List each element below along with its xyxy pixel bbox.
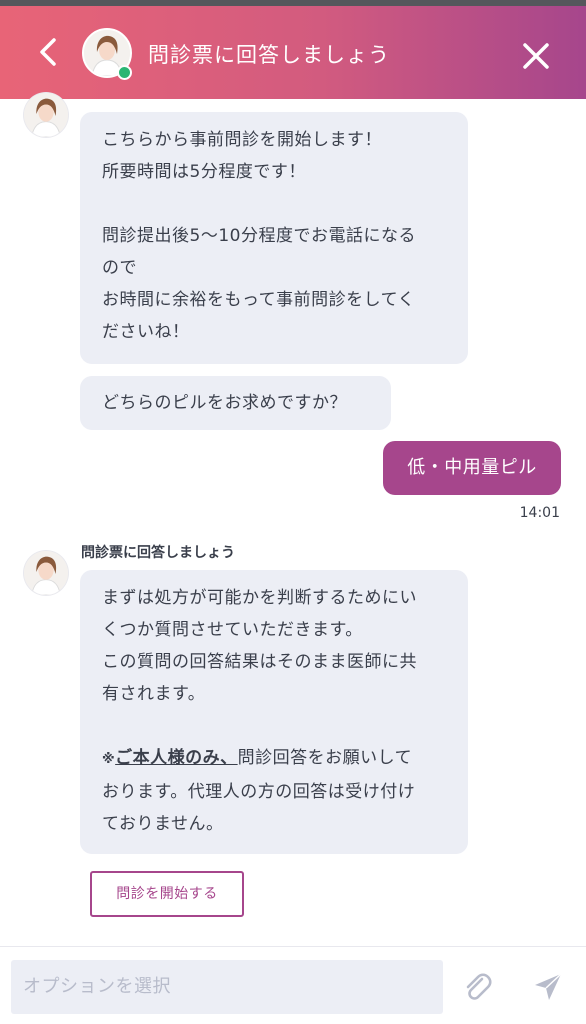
message-bubble-question: どちらのピルをお求めですか？ [80, 376, 391, 430]
message-text: お時間に余裕をもって事前問診をしてく [102, 290, 416, 310]
message-text: まずは処方が可能かを判断するためにい [102, 588, 417, 608]
message-text: 有されます。 [102, 684, 206, 704]
message-spacer [102, 710, 446, 742]
message-text: どちらのピルをお求めですか？ [102, 393, 347, 413]
send-icon [535, 973, 562, 1000]
start-interview-button[interactable]: 問診を開始する [90, 871, 244, 917]
message-text: この質問の回答結果はそのまま医師に共 [102, 652, 417, 672]
message-timestamp: 14:01 [519, 505, 560, 521]
message-spacer [102, 188, 446, 220]
doctor-avatar [24, 93, 68, 137]
message-text: 所要時間は5分程度です！ [102, 162, 306, 182]
notice-line: ※ご本人様のみ、問診回答をお願いして [102, 742, 446, 776]
message-text: くつか質問させていただきます。 [102, 620, 363, 640]
notice-text: 問診回答をお願いして [237, 748, 413, 768]
message-text: ので [102, 258, 137, 278]
notice-emphasis: ご本人様のみ、 [115, 748, 238, 768]
notice-text: おります。代理人の方の回答は受け付け [102, 782, 416, 802]
composer-divider [0, 946, 586, 947]
message-text: 問診提出後5〜10分程度でお電話になる [102, 226, 416, 246]
sent-message-bubble: 低・中用量ピル [383, 441, 561, 495]
attach-button[interactable] [461, 971, 493, 1003]
notice-text: ておりません。 [102, 814, 224, 834]
message-text: ださいね！ [102, 322, 190, 342]
doctor-avatar [24, 551, 68, 595]
message-bubble-instructions: まずは処方が可能かを判断するためにい くつか質問させていただきます。 この質問の… [80, 570, 468, 854]
send-button[interactable] [532, 971, 564, 1003]
message-bubble-intro: こちらから事前問診を開始します！ 所要時間は5分程度です！ 問診提出後5〜10分… [80, 112, 468, 364]
notice-mark: ※ [102, 752, 116, 767]
sender-name: 問診票に回答しましょう [81, 545, 235, 561]
option-select-input[interactable]: オプションを選択 [11, 960, 443, 1014]
message-text: こちらから事前問診を開始します！ [102, 130, 382, 150]
paperclip-icon [466, 973, 492, 1000]
